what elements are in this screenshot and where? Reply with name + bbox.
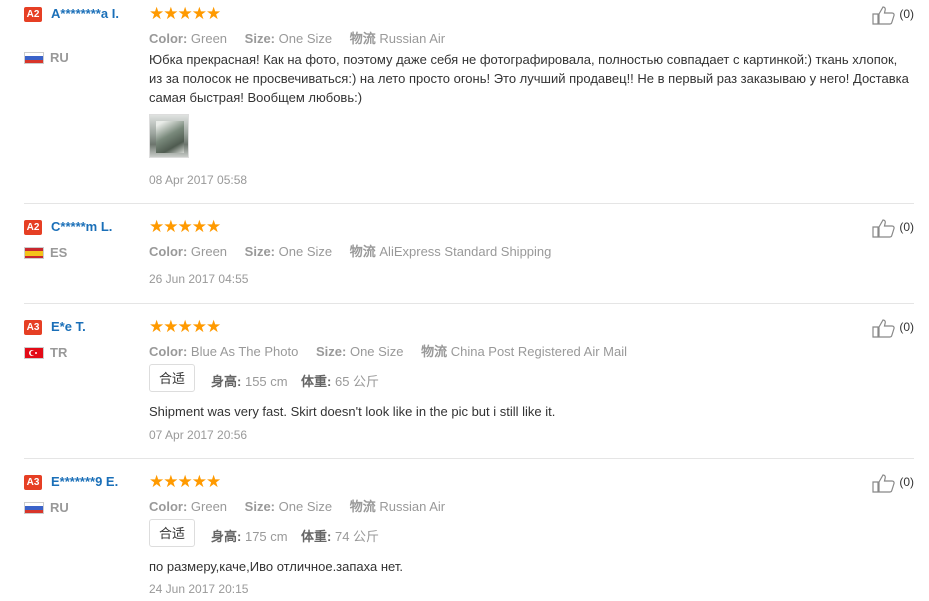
- fit-tag: 合适: [149, 519, 195, 547]
- color-value: Green: [190, 244, 228, 259]
- height-info: 身高: 155 cm: [211, 371, 288, 390]
- color-label: Color:: [149, 344, 188, 359]
- review-photo-thumbnail[interactable]: [149, 114, 189, 158]
- weight-info: 体重: 65 公斤: [301, 371, 379, 390]
- review-date: 26 Jun 2017 04:55: [149, 272, 249, 286]
- review-item: A2 C*****m L. ES ★★★★★ Color: Green Size…: [0, 213, 929, 303]
- country-code: ES: [50, 245, 68, 260]
- helpful-button[interactable]: (0): [872, 5, 914, 25]
- helpful-button[interactable]: (0): [872, 473, 914, 493]
- buyer-level-badge: A3: [24, 320, 42, 335]
- buyer-level-badge: A2: [24, 7, 42, 22]
- review-text: Юбка прекрасная! Как на фото, поэтому да…: [149, 52, 909, 105]
- size-value: One Size: [278, 31, 333, 46]
- order-info: Color: Green Size: One Size 物流 Russian A…: [149, 496, 459, 515]
- shipping-value: Russian Air: [379, 499, 446, 514]
- review-item: A3 E*******9 E. RU ★★★★★ Color: Green Si…: [0, 468, 929, 601]
- star-rating: ★★★★★: [149, 317, 221, 336]
- review-date: 24 Jun 2017 20:15: [149, 582, 249, 596]
- order-info: Color: Green Size: One Size 物流 Russian A…: [149, 28, 459, 47]
- reviewer-name[interactable]: E*e T.: [51, 318, 146, 336]
- helpful-button[interactable]: (0): [872, 318, 914, 338]
- divider: [24, 458, 914, 459]
- size-value: One Size: [278, 244, 333, 259]
- fit-tag: 合适: [149, 364, 195, 392]
- country-code: RU: [50, 50, 69, 65]
- spain-flag-icon: [24, 247, 44, 259]
- height-label: 身高:: [211, 374, 242, 389]
- shipping-value: Russian Air: [379, 31, 446, 46]
- review-date: 08 Apr 2017 05:58: [149, 173, 248, 187]
- height-value: 175 cm: [244, 529, 288, 544]
- color-value: Green: [190, 31, 228, 46]
- weight-value: 65 公斤: [334, 374, 380, 389]
- order-info: Color: Blue As The Photo Size: One Size …: [149, 341, 641, 360]
- divider: [24, 203, 914, 204]
- color-label: Color:: [149, 31, 188, 46]
- weight-label: 体重:: [301, 374, 332, 389]
- thumbs-up-icon: [872, 319, 895, 338]
- size-value: One Size: [349, 344, 404, 359]
- review-item: A2 A********a I. RU ★★★★★ Color: Green S…: [0, 0, 929, 203]
- color-value: Green: [190, 499, 228, 514]
- color-label: Color:: [149, 244, 188, 259]
- shipping-value: China Post Registered Air Mail: [450, 344, 628, 359]
- color-label: Color:: [149, 499, 188, 514]
- size-label: Size:: [244, 244, 276, 259]
- logistics-label: 物流: [349, 244, 376, 259]
- buyer-level-badge: A3: [24, 475, 42, 490]
- height-label: 身高:: [211, 529, 242, 544]
- size-label: Size:: [244, 499, 276, 514]
- country-code: RU: [50, 500, 69, 515]
- helpful-count: (0): [899, 320, 915, 335]
- divider: [24, 303, 914, 304]
- review-item: A3 E*e T. TR ★★★★★ Color: Blue As The Ph…: [0, 313, 929, 458]
- shipping-value: AliExpress Standard Shipping: [379, 244, 552, 259]
- review-date: 07 Apr 2017 20:56: [149, 428, 248, 442]
- star-rating: ★★★★★: [149, 472, 221, 491]
- reviewer-name[interactable]: A********a I.: [51, 5, 146, 23]
- thumbs-up-icon: [872, 219, 895, 238]
- color-value: Blue As The Photo: [190, 344, 299, 359]
- buyer-level-badge: A2: [24, 220, 42, 235]
- russia-flag-icon: [24, 52, 44, 64]
- russia-flag-icon: [24, 502, 44, 514]
- weight-info: 体重: 74 公斤: [301, 526, 379, 545]
- thumbs-up-icon: [872, 474, 895, 493]
- size-label: Size:: [315, 344, 347, 359]
- helpful-count: (0): [899, 220, 915, 235]
- star-rating: ★★★★★: [149, 217, 221, 236]
- thumbs-up-icon: [872, 6, 895, 25]
- star-rating: ★★★★★: [149, 4, 221, 23]
- logistics-label: 物流: [349, 499, 376, 514]
- helpful-count: (0): [899, 475, 915, 490]
- weight-value: 74 公斤: [334, 529, 380, 544]
- height-info: 身高: 175 cm: [211, 526, 288, 545]
- logistics-label: 物流: [421, 344, 448, 359]
- order-info: Color: Green Size: One Size 物流 AliExpres…: [149, 241, 565, 260]
- size-value: One Size: [278, 499, 333, 514]
- country-code: TR: [50, 345, 68, 360]
- review-text: Shipment was very fast. Skirt doesn't lo…: [149, 404, 556, 419]
- helpful-count: (0): [899, 7, 915, 22]
- reviewer-name[interactable]: E*******9 E.: [51, 473, 146, 491]
- review-text: по размеру,каче,Иво отличное.запаха нет.: [149, 559, 403, 574]
- helpful-button[interactable]: (0): [872, 218, 914, 238]
- size-label: Size:: [244, 31, 276, 46]
- logistics-label: 物流: [349, 31, 376, 46]
- reviewer-name[interactable]: C*****m L.: [51, 218, 146, 236]
- weight-label: 体重:: [301, 529, 332, 544]
- turkey-flag-icon: [24, 347, 44, 359]
- height-value: 155 cm: [244, 374, 288, 389]
